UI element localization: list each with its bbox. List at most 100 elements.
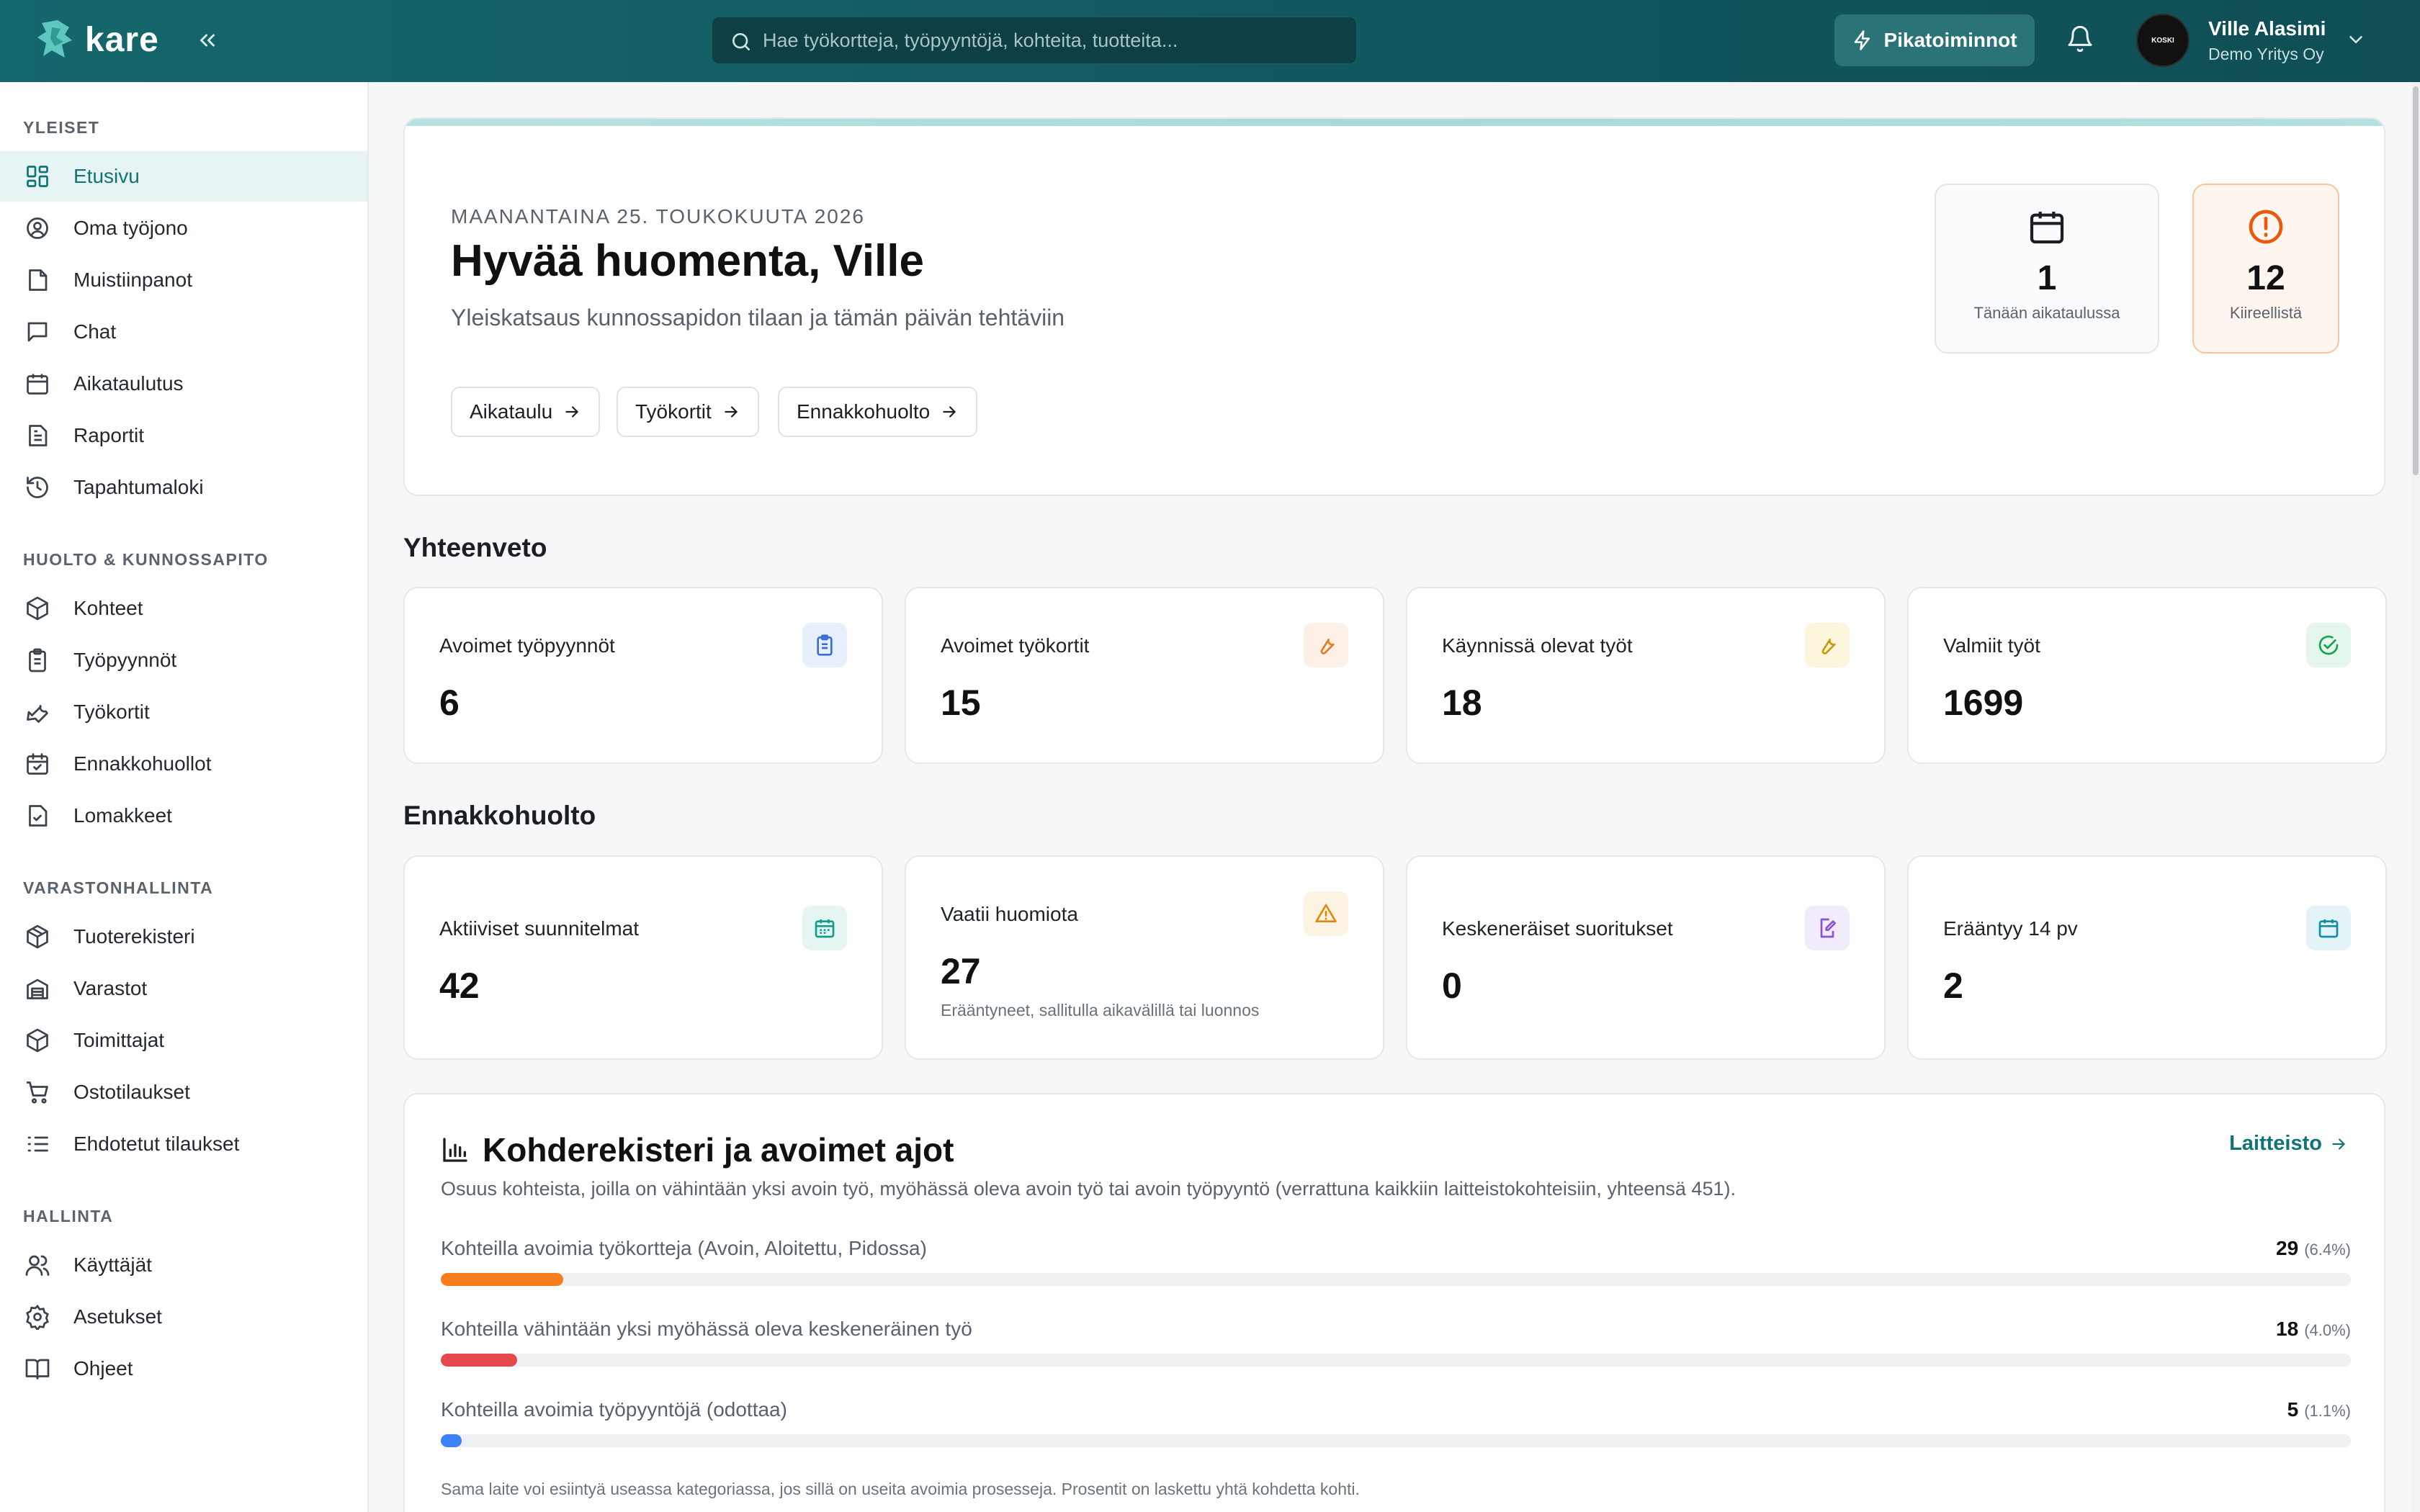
kpi-due-14-days[interactable]: Erääntyy 14 pv 2 — [1907, 855, 2387, 1060]
sidebar-item-tyopyynnot[interactable]: Työpyynnöt — [0, 635, 367, 685]
sidebar-item-label: Raportit — [73, 424, 145, 446]
arrow-right-icon — [565, 406, 579, 418]
kpi-value: 6 — [439, 683, 460, 723]
section-title-admin: HALLINTA — [23, 1207, 114, 1225]
sidebar-item-ohjeet[interactable]: Ohjeet — [0, 1344, 367, 1394]
kpi-label: Avoimet työkortit — [941, 634, 1090, 657]
kpi-label: Aktiiviset suunnitelmat — [439, 917, 640, 940]
search-input[interactable] — [763, 29, 1356, 52]
check-circle-icon — [2306, 623, 2351, 667]
kpi-open-work-cards[interactable]: Avoimet työkortit 15 — [905, 587, 1384, 764]
quick-actions-label: Pikatoiminnot — [1883, 29, 2017, 51]
sidebar-item-label: Tuoterekisteri — [73, 925, 195, 948]
today-scheduled-value: 1 — [2037, 259, 2057, 297]
kpi-label: Avoimet työpyynnöt — [439, 634, 615, 657]
sidebar-item-label: Asetukset — [73, 1305, 162, 1328]
user-circle-icon — [23, 214, 52, 243]
kpi-unfinished-executions[interactable]: Keskeneräiset suoritukset 0 — [1406, 855, 1886, 1060]
registry-title: Kohderekisteri ja avoimet ajot — [441, 1130, 954, 1169]
sidebar-item-label: Muistiinpanot — [73, 269, 192, 291]
history-icon — [23, 473, 52, 502]
kpi-value: 15 — [941, 683, 981, 723]
user-name[interactable]: Ville Alasimi — [2208, 17, 2326, 40]
schedule-button[interactable]: Aikataulu — [451, 387, 601, 437]
sidebar-item-kayttajat[interactable]: Käyttäjät — [0, 1240, 367, 1290]
work-cards-button[interactable]: Työkortit — [617, 387, 759, 437]
kare-logo-icon — [37, 20, 72, 58]
equipment-link[interactable]: Laitteisto — [2229, 1132, 2348, 1156]
sidebar-item-asetukset[interactable]: Asetukset — [0, 1292, 367, 1342]
sidebar-item-raportit[interactable]: Raportit — [0, 410, 367, 461]
kare-logo[interactable]: kare — [36, 19, 159, 60]
notifications-bell-icon[interactable] — [2066, 24, 2097, 56]
note-icon — [23, 266, 52, 294]
urgent-stat[interactable]: 12 Kiireellistä — [2192, 184, 2339, 354]
sidebar-item-label: Varastot — [73, 977, 148, 999]
sidebar-item-toimittajat[interactable]: Toimittajat — [0, 1015, 367, 1066]
gear-icon — [23, 1302, 52, 1331]
urgent-value: 12 — [2246, 259, 2285, 297]
quick-actions-button[interactable]: Pikatoiminnot — [1834, 14, 2035, 66]
today-scheduled-stat[interactable]: 1 Tänään aikataulussa — [1935, 184, 2159, 354]
kpi-label: Vaatii huomiota — [941, 903, 1078, 925]
sidebar-item-label: Työkortit — [73, 701, 150, 723]
sidebar-item-varastot[interactable]: Varastot — [0, 963, 367, 1014]
scrollbar-thumb[interactable] — [2413, 86, 2419, 475]
truck-box-icon — [23, 1026, 52, 1055]
sidebar-item-tuoterekisteri[interactable]: Tuoterekisteri — [0, 912, 367, 962]
chat-icon — [23, 318, 52, 346]
sidebar-item-label: Ehdotetut tilaukset — [73, 1133, 240, 1155]
lightning-icon — [1855, 30, 1870, 50]
progress-fill — [441, 1354, 518, 1367]
sidebar: YLEISET Etusivu Oma työjono Muistiinpano… — [0, 82, 369, 1512]
sidebar-item-label: Työpyynnöt — [73, 649, 177, 671]
calendar-check-icon — [23, 750, 52, 778]
current-date: MAANANTAINA 25. TOUKOKUUTA 2026 — [451, 205, 865, 228]
progress-track — [441, 1354, 2351, 1367]
progress-fill — [441, 1273, 563, 1286]
sidebar-item-tyokortit[interactable]: Työkortit — [0, 687, 367, 737]
kpi-completed-work[interactable]: Valmiit työt 1699 — [1907, 587, 2387, 764]
kpi-needs-attention[interactable]: Vaatii huomiota 27 Erääntyneet, sallitul… — [905, 855, 1384, 1060]
progress-label: Kohteilla avoimia työkortteja (Avoin, Al… — [441, 1237, 927, 1259]
sidebar-item-oma-tyojono[interactable]: Oma työjono — [0, 203, 367, 253]
users-icon — [23, 1251, 52, 1279]
sidebar-item-label: Ohjeet — [73, 1357, 133, 1380]
sidebar-item-chat[interactable]: Chat — [0, 307, 367, 357]
dashboard-icon — [23, 162, 52, 191]
sidebar-item-label: Aikataulutus — [73, 372, 184, 395]
sidebar-item-kohteet[interactable]: Kohteet — [0, 583, 367, 634]
progress-label: Kohteilla avoimia työpyyntöjä (odottaa) — [441, 1398, 787, 1421]
progress-track — [441, 1434, 2351, 1447]
kpi-in-progress-work[interactable]: Käynnissä olevat työt 18 — [1406, 587, 1886, 764]
sidebar-item-aikataulutus[interactable]: Aikataulutus — [0, 359, 367, 409]
collapse-sidebar-icon[interactable] — [193, 24, 222, 56]
preventive-maintenance-button[interactable]: Ennakkohuolto — [778, 387, 978, 437]
sidebar-item-label: Kohteet — [73, 597, 143, 619]
sidebar-item-lomakkeet[interactable]: Lomakkeet — [0, 791, 367, 841]
hero-accent-strip — [405, 119, 2384, 126]
sidebar-item-ennakkohuollot[interactable]: Ennakkohuollot — [0, 739, 367, 789]
sidebar-item-etusivu[interactable]: Etusivu — [0, 151, 367, 202]
calendar-icon — [23, 369, 52, 398]
global-search[interactable] — [712, 17, 1357, 64]
kpi-active-plans[interactable]: Aktiiviset suunnitelmat 42 — [403, 855, 883, 1060]
greeting-title: Hyvää huomenta, Ville — [451, 236, 924, 286]
logo-text: kare — [85, 20, 159, 59]
user-avatar[interactable]: KOSKI — [2136, 14, 2190, 67]
chevron-down-icon[interactable] — [2345, 29, 2367, 50]
sidebar-item-muistiinpanot[interactable]: Muistiinpanot — [0, 255, 367, 305]
search-icon — [732, 33, 750, 50]
kpi-open-work-requests[interactable]: Avoimet työpyynnöt 6 — [403, 587, 883, 764]
sidebar-item-ehdotetut-tilaukset[interactable]: Ehdotetut tilaukset — [0, 1119, 367, 1169]
progress-row: Kohteilla avoimia työpyyntöjä (odottaa) … — [441, 1398, 2351, 1447]
cart-icon — [23, 1078, 52, 1107]
preventive-heading: Ennakkohuolto — [403, 801, 596, 830]
clipboard-icon — [802, 623, 847, 667]
sidebar-item-tapahtumaloki[interactable]: Tapahtumaloki — [0, 462, 367, 513]
alert-circle-icon — [2249, 210, 2283, 244]
progress-count: 29 (6.4%) — [2276, 1237, 2351, 1259]
kpi-value: 18 — [1442, 683, 1482, 723]
sidebar-item-ostotilaukset[interactable]: Ostotilaukset — [0, 1067, 367, 1117]
urgent-label: Kiireellistä — [2229, 304, 2303, 322]
